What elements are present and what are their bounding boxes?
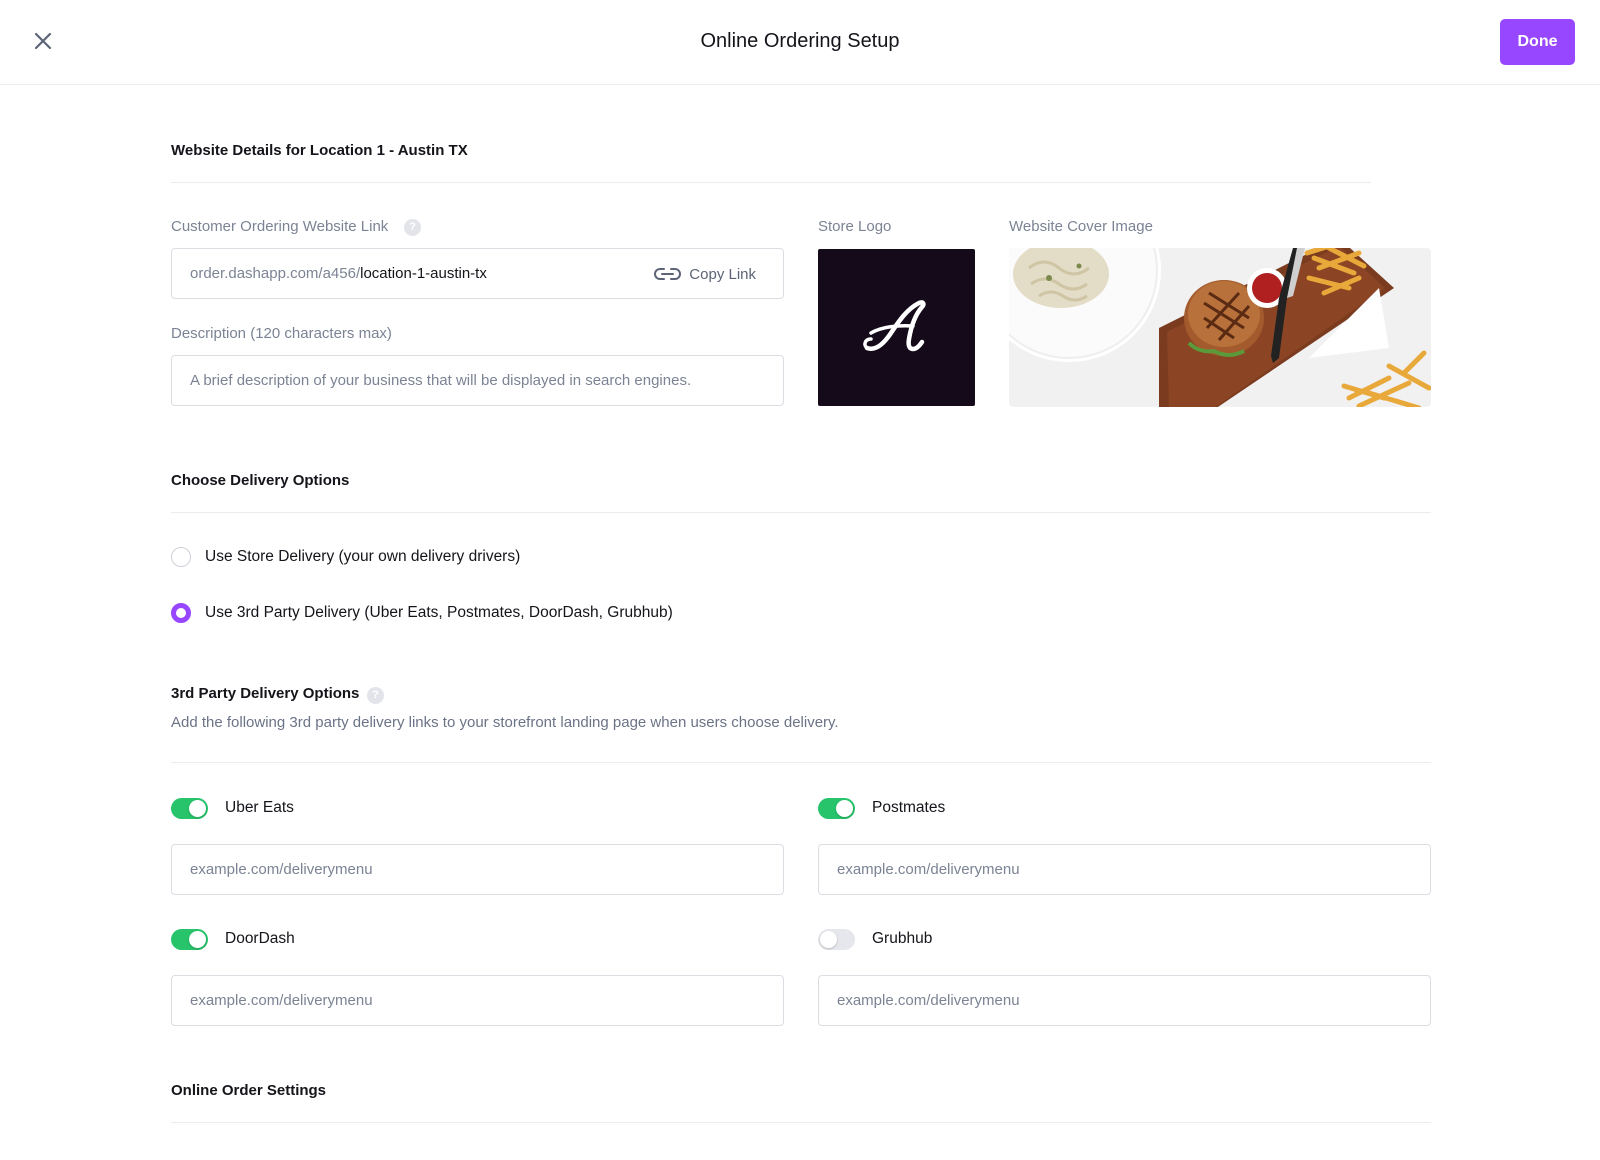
radio-button-selected[interactable] xyxy=(171,603,191,623)
description-input[interactable] xyxy=(190,356,765,405)
divider xyxy=(171,182,1371,183)
store-logo[interactable] xyxy=(818,249,975,406)
postmates-label: Postmates xyxy=(872,799,946,816)
grubhub-toggle[interactable] xyxy=(818,929,855,950)
divider xyxy=(171,1122,1431,1123)
website-cover-image[interactable] xyxy=(1009,248,1431,407)
link-prefix: order.dashapp.com/a456/ xyxy=(190,265,361,282)
ordering-link-field: order.dashapp.com/a456/location-1-austin… xyxy=(171,248,784,299)
toggle-knob xyxy=(836,800,853,817)
radio-store-delivery[interactable]: Use Store Delivery (your own delivery dr… xyxy=(171,547,520,567)
link-slug: location-1-austin-tx xyxy=(360,265,487,282)
radio-label: Use Store Delivery (your own delivery dr… xyxy=(205,548,521,565)
radio-button[interactable] xyxy=(171,547,191,567)
help-icon[interactable]: ? xyxy=(404,219,421,236)
copy-link-button[interactable]: Copy Link xyxy=(654,262,756,286)
top-bar: Online Ordering Setup Done xyxy=(0,0,1600,85)
toggle-knob xyxy=(820,931,837,948)
postmates-toggle[interactable] xyxy=(818,798,855,819)
radio-third-party-delivery[interactable]: Use 3rd Party Delivery (Uber Eats, Postm… xyxy=(171,603,673,623)
ordering-link-text: order.dashapp.com/a456/location-1-austin… xyxy=(190,265,487,282)
cover-image-photo xyxy=(1009,248,1431,407)
uber-eats-toggle[interactable] xyxy=(171,798,208,819)
description-label: Description (120 characters max) xyxy=(171,325,392,342)
help-icon[interactable]: ? xyxy=(367,687,384,704)
doordash-label: DoorDash xyxy=(225,930,295,947)
ordering-link-label: Customer Ordering Website Link xyxy=(171,218,389,235)
store-logo-image xyxy=(862,299,926,351)
divider xyxy=(171,512,1431,513)
cover-image-label: Website Cover Image xyxy=(1009,218,1153,235)
toggle-knob xyxy=(189,800,206,817)
third-party-subtitle: Add the following 3rd party delivery lin… xyxy=(171,714,839,731)
postmates-field-box xyxy=(818,844,1431,895)
uber-eats-label: Uber Eats xyxy=(225,799,294,816)
done-button[interactable]: Done xyxy=(1500,19,1575,65)
grubhub-url-input[interactable] xyxy=(837,976,1412,1025)
grubhub-label: Grubhub xyxy=(872,930,933,947)
third-party-options-title: 3rd Party Delivery Options xyxy=(171,685,360,702)
doordash-field-box xyxy=(171,975,784,1026)
postmates-url-input[interactable] xyxy=(837,845,1412,894)
radio-label: Use 3rd Party Delivery (Uber Eats, Postm… xyxy=(205,604,673,621)
doordash-toggle[interactable] xyxy=(171,929,208,950)
link-icon xyxy=(654,268,682,280)
page-title: Online Ordering Setup xyxy=(700,30,900,52)
website-details-title: Website Details for Location 1 - Austin … xyxy=(171,142,468,159)
doordash-url-input[interactable] xyxy=(190,976,765,1025)
delivery-options-title: Choose Delivery Options xyxy=(171,472,350,489)
uber-eats-field-box xyxy=(171,844,784,895)
description-field-box xyxy=(171,355,784,406)
store-logo-label: Store Logo xyxy=(818,218,892,235)
grubhub-field-box xyxy=(818,975,1431,1026)
online-order-settings-title: Online Order Settings xyxy=(171,1082,327,1099)
divider xyxy=(171,762,1431,763)
uber-eats-url-input[interactable] xyxy=(190,845,765,894)
toggle-knob xyxy=(189,931,206,948)
copy-link-label: Copy Link xyxy=(689,265,756,283)
